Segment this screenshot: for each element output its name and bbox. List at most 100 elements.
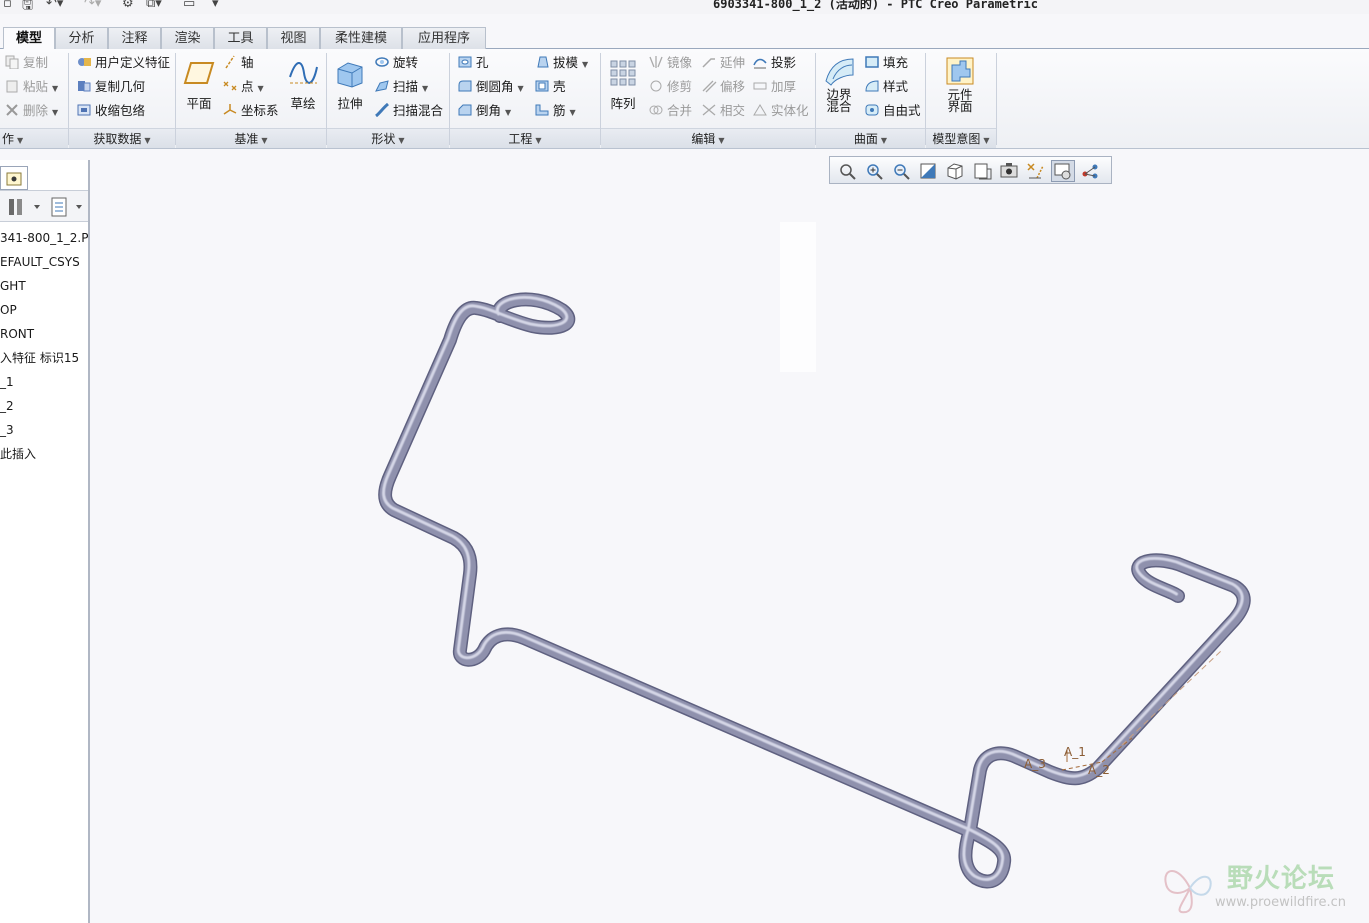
style-button[interactable]: 样式 xyxy=(864,77,908,97)
tree-item-insert-here[interactable]: 此插入 xyxy=(0,444,88,464)
tab-applications[interactable]: 应用程序 xyxy=(402,27,486,49)
solidify-button[interactable]: 实体化 xyxy=(752,101,809,121)
intersect-icon xyxy=(701,103,717,117)
watermark-url: www.proewildfire.cn xyxy=(1215,895,1346,910)
point-button[interactable]: 点 ▼ xyxy=(222,77,264,97)
project-button[interactable]: 投影 xyxy=(752,53,796,73)
model-tree-toolbar xyxy=(0,190,88,222)
shrinkwrap-icon xyxy=(76,103,92,117)
axis-label-a3[interactable]: A_3 xyxy=(1024,757,1046,771)
intersect-button[interactable]: 相交 xyxy=(701,101,745,121)
model-tree-tab[interactable] xyxy=(0,166,28,190)
model-tree-panel: 341-800_1_2.PRT EFAULT_CSYS GHT OP RONT … xyxy=(0,160,90,923)
freestyle-icon xyxy=(864,103,880,117)
undo-icon[interactable]: ↶▾ xyxy=(46,0,63,11)
group-label-get-data[interactable]: 获取数据 ▼ xyxy=(69,128,175,148)
tab-render[interactable]: 渲染 xyxy=(161,27,214,49)
thicken-button[interactable]: 加厚 xyxy=(752,77,796,97)
tree-item-axis-2[interactable]: _2 xyxy=(0,396,88,416)
tab-annotate[interactable]: 注释 xyxy=(108,27,161,49)
tab-view[interactable]: 视图 xyxy=(267,27,320,49)
extrude-button[interactable]: 拉伸 xyxy=(331,57,369,112)
tree-item-front[interactable]: RONT xyxy=(0,324,88,344)
chamfer-icon xyxy=(457,103,473,117)
butterfly-logo-icon xyxy=(1164,870,1212,914)
thicken-icon xyxy=(752,79,768,93)
merge-button[interactable]: 合并 xyxy=(648,101,692,121)
copy-geometry-icon xyxy=(76,79,92,93)
sketch-icon xyxy=(287,57,319,89)
tree-settings-icon[interactable] xyxy=(6,196,42,221)
fill-button[interactable]: 填充 xyxy=(864,53,908,73)
tree-show-icon[interactable] xyxy=(48,196,88,221)
axis-button[interactable]: 轴 xyxy=(222,53,254,73)
csys-button[interactable]: 坐标系 xyxy=(222,101,279,121)
paste-icon xyxy=(4,79,20,93)
graphics-window[interactable]: A_3 A_1 A_2 xyxy=(92,150,1369,923)
sketch-button[interactable]: 草绘 xyxy=(284,57,322,112)
boundary-blend-button[interactable]: 边界 混合 xyxy=(820,55,858,113)
project-icon xyxy=(752,55,768,69)
round-button[interactable]: 倒圆角 ▼ xyxy=(457,77,524,97)
plane-button[interactable]: 平面 xyxy=(180,57,218,112)
rib-button[interactable]: 筋 ▼ xyxy=(534,101,576,121)
shell-button[interactable]: 壳 xyxy=(534,77,566,97)
delete-button[interactable]: 删除 ▼ xyxy=(4,101,58,121)
component-interface-icon xyxy=(944,55,976,87)
rib-icon xyxy=(534,103,550,117)
regenerate-icon[interactable]: ⚙ xyxy=(122,0,134,11)
fill-icon xyxy=(864,55,880,69)
group-label-datum[interactable]: 基准 ▼ xyxy=(176,128,326,148)
group-label-editing[interactable]: 编辑 ▼ xyxy=(601,128,815,148)
group-label-shapes[interactable]: 形状 ▼ xyxy=(327,128,449,148)
customize-toolbar-icon[interactable]: ▾ xyxy=(212,0,219,11)
revolve-button[interactable]: 旋转 xyxy=(374,53,418,73)
tree-item-axis-3[interactable]: _3 xyxy=(0,420,88,440)
tab-analysis[interactable]: 分析 xyxy=(55,27,108,49)
windows-icon[interactable]: ⧉▾ xyxy=(146,0,162,11)
tree-item-csys[interactable]: EFAULT_CSYS xyxy=(0,252,88,272)
swept-blend-button[interactable]: 扫描混合 xyxy=(374,101,443,121)
tree-item-top[interactable]: OP xyxy=(0,300,88,320)
tree-item-axis-1[interactable]: _1 xyxy=(0,372,88,392)
group-label-model-intent[interactable]: 模型意图 ▼ xyxy=(926,128,996,148)
freestyle-button[interactable]: 自由式 xyxy=(864,101,921,121)
axis-label-a2[interactable]: A_2 xyxy=(1088,763,1110,777)
extend-icon xyxy=(701,55,717,69)
shrinkwrap-button[interactable]: 收缩包络 xyxy=(76,101,145,121)
copy-geometry-button[interactable]: 复制几何 xyxy=(76,77,145,97)
component-interface-button[interactable]: 元件 界面 xyxy=(941,55,979,113)
extend-button[interactable]: 延伸 xyxy=(701,53,745,73)
tree-item-part[interactable]: 341-800_1_2.PRT xyxy=(0,228,88,248)
group-label-operations[interactable]: 作 ▼ xyxy=(0,128,68,148)
group-label-surfaces[interactable]: 曲面 ▼ xyxy=(816,128,925,148)
coordinate-system-icon xyxy=(222,103,238,117)
pattern-icon xyxy=(607,57,639,89)
new-icon[interactable]: ▫ xyxy=(3,0,12,11)
mirror-icon xyxy=(648,55,664,69)
close-window-icon[interactable]: ▭ xyxy=(183,0,195,11)
tree-item-imported-feature[interactable]: 入特征 标识15 xyxy=(0,348,88,368)
group-label-engineering[interactable]: 工程 ▼ xyxy=(450,128,600,148)
axis-label-a1[interactable]: A_1 xyxy=(1064,745,1086,759)
tree-item-right[interactable]: GHT xyxy=(0,276,88,296)
window-title: 6903341-800_1_2 (活动的) - PTC Creo Paramet… xyxy=(713,0,1038,11)
tab-flexible-modeling[interactable]: 柔性建模 xyxy=(320,27,402,49)
sweep-button[interactable]: 扫描 ▼ xyxy=(374,77,428,97)
offset-button[interactable]: 偏移 xyxy=(701,77,745,97)
trim-button[interactable]: 修剪 xyxy=(648,77,692,97)
draft-button[interactable]: 拔模 ▼ xyxy=(534,53,588,73)
tab-tools[interactable]: 工具 xyxy=(214,27,267,49)
save-icon[interactable]: 🖫 xyxy=(22,0,33,18)
paste-button[interactable]: 粘贴 ▼ xyxy=(4,77,58,97)
hole-button[interactable]: 孔 xyxy=(457,53,489,73)
copy-button[interactable]: 复制 xyxy=(4,53,48,73)
mirror-button[interactable]: 镜像 xyxy=(648,53,692,73)
chamfer-button[interactable]: 倒角 ▼ xyxy=(457,101,511,121)
udf-button[interactable]: 用户定义特征 xyxy=(76,53,170,73)
delete-icon xyxy=(4,103,20,117)
tab-model[interactable]: 模型 xyxy=(3,27,55,50)
wire-form-model[interactable]: A_3 A_1 A_2 xyxy=(92,150,1369,923)
pattern-button[interactable]: 阵列 xyxy=(604,57,642,112)
redo-icon[interactable]: ↷▾ xyxy=(84,0,101,11)
